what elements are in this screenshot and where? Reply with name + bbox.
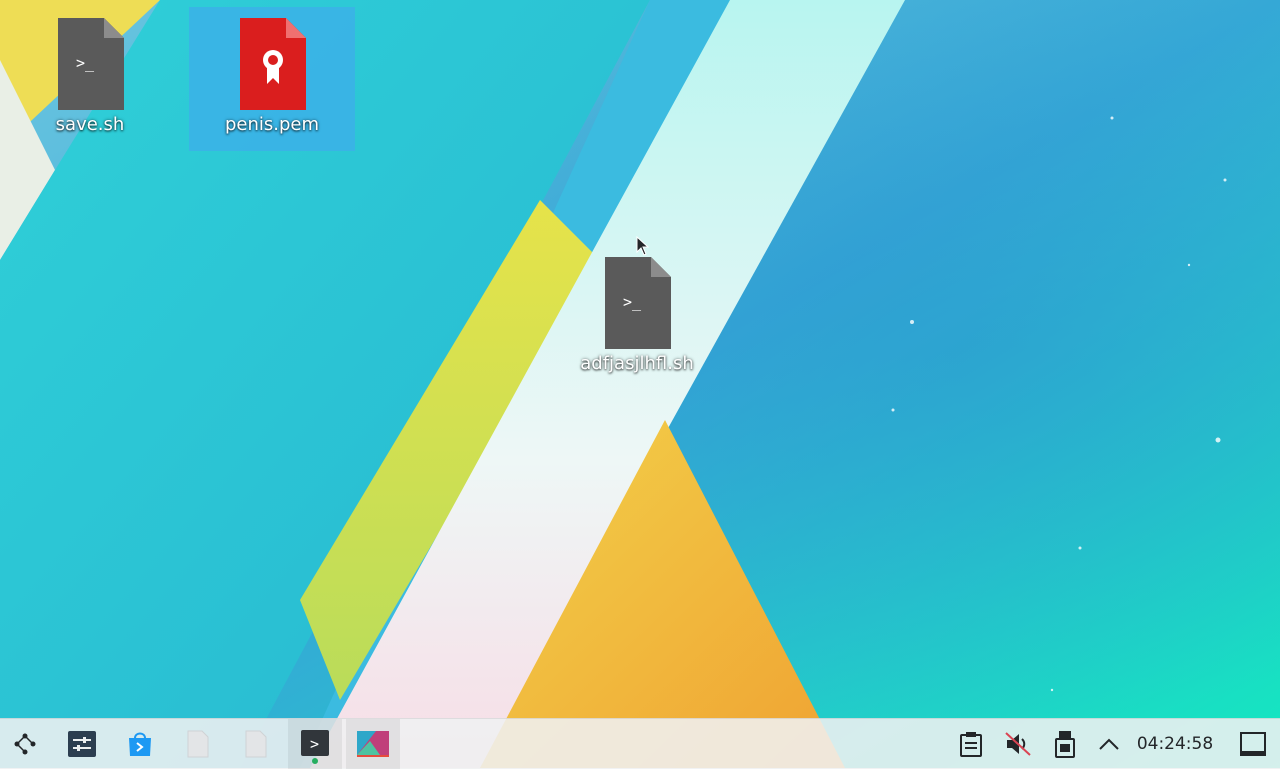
volume-tray-button[interactable] (993, 719, 1043, 769)
show-desktop-button[interactable] (1228, 719, 1278, 769)
terminal-task-button[interactable]: > (288, 719, 342, 769)
desktop-icon-adfjasjlhfl-sh[interactable]: >_ adfjasjlhfl.sh (567, 249, 707, 389)
script-glyph: >_ (76, 54, 95, 72)
clipboard-tray-button[interactable] (946, 719, 996, 769)
taskbar: > 04:24:58 (0, 718, 1280, 769)
clipboard-icon (960, 732, 982, 757)
mouse-cursor-icon (636, 236, 650, 256)
volume-muted-icon (1005, 732, 1031, 756)
digital-clock[interactable]: 04:24:58 (1130, 719, 1220, 769)
desktop-icon-label: penis.pem (224, 114, 320, 135)
shell-script-file-icon: >_ (601, 257, 673, 349)
document-task-button[interactable] (173, 719, 223, 769)
certificate-file-icon (236, 18, 308, 110)
script-glyph: >_ (623, 293, 642, 311)
application-launcher-button[interactable] (0, 719, 50, 769)
terminal-icon: > (301, 730, 329, 764)
system-settings-button[interactable] (57, 719, 107, 769)
document-task-button[interactable] (231, 719, 281, 769)
shell-script-file-icon: >_ (54, 18, 126, 110)
desktop[interactable]: >_ save.sh penis.pem >_ adfjasjlhfl.sh (0, 0, 1280, 768)
chevron-up-icon (1099, 738, 1119, 750)
removable-device-tray-button[interactable] (1040, 719, 1090, 769)
removable-device-icon (1055, 731, 1075, 758)
desktop-icon-label: save.sh (55, 114, 125, 135)
terminal-glyph: > (310, 735, 319, 753)
show-desktop-icon (1240, 732, 1266, 756)
application-launcher-icon (14, 733, 36, 755)
desktop-icon-penis-pem[interactable]: penis.pem (189, 7, 355, 151)
system-settings-icon (68, 731, 96, 757)
software-center-button[interactable] (115, 719, 165, 769)
image-viewer-icon (357, 731, 389, 757)
blank-document-icon (187, 730, 209, 758)
software-center-icon (129, 732, 151, 756)
desktop-icon-save-sh[interactable]: >_ save.sh (30, 10, 150, 150)
show-hidden-tray-button[interactable] (1084, 719, 1134, 769)
image-viewer-task-button[interactable] (346, 719, 400, 769)
desktop-icon-label: adfjasjlhfl.sh (580, 353, 694, 374)
blank-document-icon (245, 730, 267, 758)
